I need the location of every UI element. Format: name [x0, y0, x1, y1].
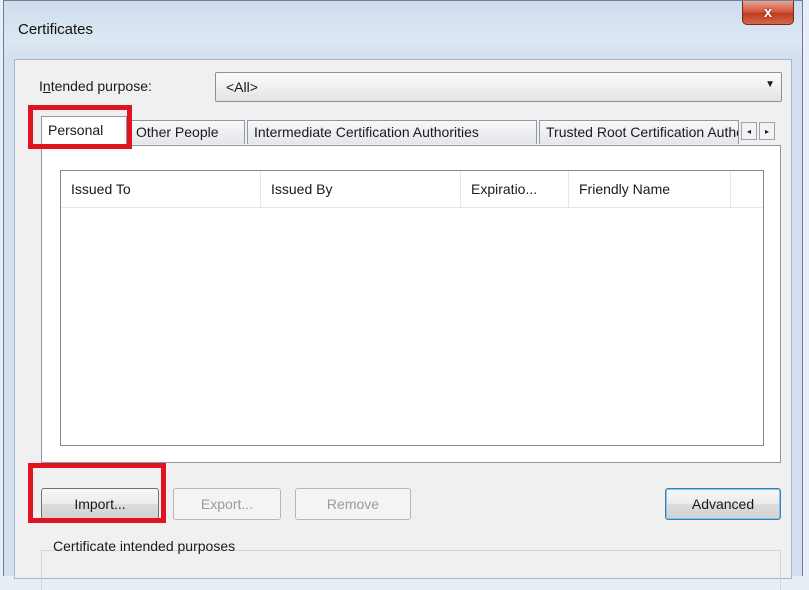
- personal-tab-panel: Issued To Issued By Expiratio... Friendl…: [41, 145, 781, 463]
- remove-button[interactable]: Remove: [295, 488, 411, 520]
- intended-purpose-value: <All>: [226, 79, 258, 95]
- certificate-list[interactable]: Issued To Issued By Expiratio... Friendl…: [60, 170, 764, 446]
- chevron-down-icon: ▼: [765, 79, 775, 90]
- column-issued-by[interactable]: Issued By: [261, 171, 461, 207]
- intended-purposes-group: [41, 550, 781, 590]
- chevron-left-icon: ◂: [746, 127, 751, 136]
- export-button[interactable]: Export...: [173, 488, 281, 520]
- close-icon: x: [763, 4, 773, 21]
- chevron-right-icon: ▸: [764, 127, 769, 136]
- window-title: Certificates: [18, 21, 94, 38]
- import-button-highlight: [28, 463, 166, 523]
- close-button[interactable]: x: [742, 1, 794, 25]
- tab-strip: Personal Other People Intermediate Certi…: [41, 116, 781, 146]
- column-friendly-name[interactable]: Friendly Name: [569, 171, 731, 207]
- tab-trusted-root-ca[interactable]: Trusted Root Certification Authorities: [539, 120, 739, 144]
- personal-tab-highlight: [28, 105, 132, 149]
- tab-scroll-right-button[interactable]: ▸: [759, 122, 775, 140]
- intended-purposes-label: Certificate intended purposes: [53, 538, 236, 554]
- tab-scroll-left-button[interactable]: ◂: [741, 122, 757, 140]
- tab-other-people[interactable]: Other People: [129, 120, 245, 144]
- tab-intermediate-ca[interactable]: Intermediate Certification Authorities: [247, 120, 537, 144]
- column-issued-to[interactable]: Issued To: [61, 171, 261, 207]
- column-expiration[interactable]: Expiratio...: [461, 171, 569, 207]
- intended-purpose-label: Intended purpose:: [39, 78, 152, 94]
- intended-purpose-select[interactable]: <All> ▼: [215, 72, 782, 102]
- list-header: Issued To Issued By Expiratio... Friendl…: [61, 171, 763, 208]
- title-bar[interactable]: Certificates x: [4, 1, 802, 57]
- certificates-window: Certificates x Intended purpose: <All> ▼…: [3, 0, 803, 590]
- advanced-button[interactable]: Advanced: [665, 488, 781, 520]
